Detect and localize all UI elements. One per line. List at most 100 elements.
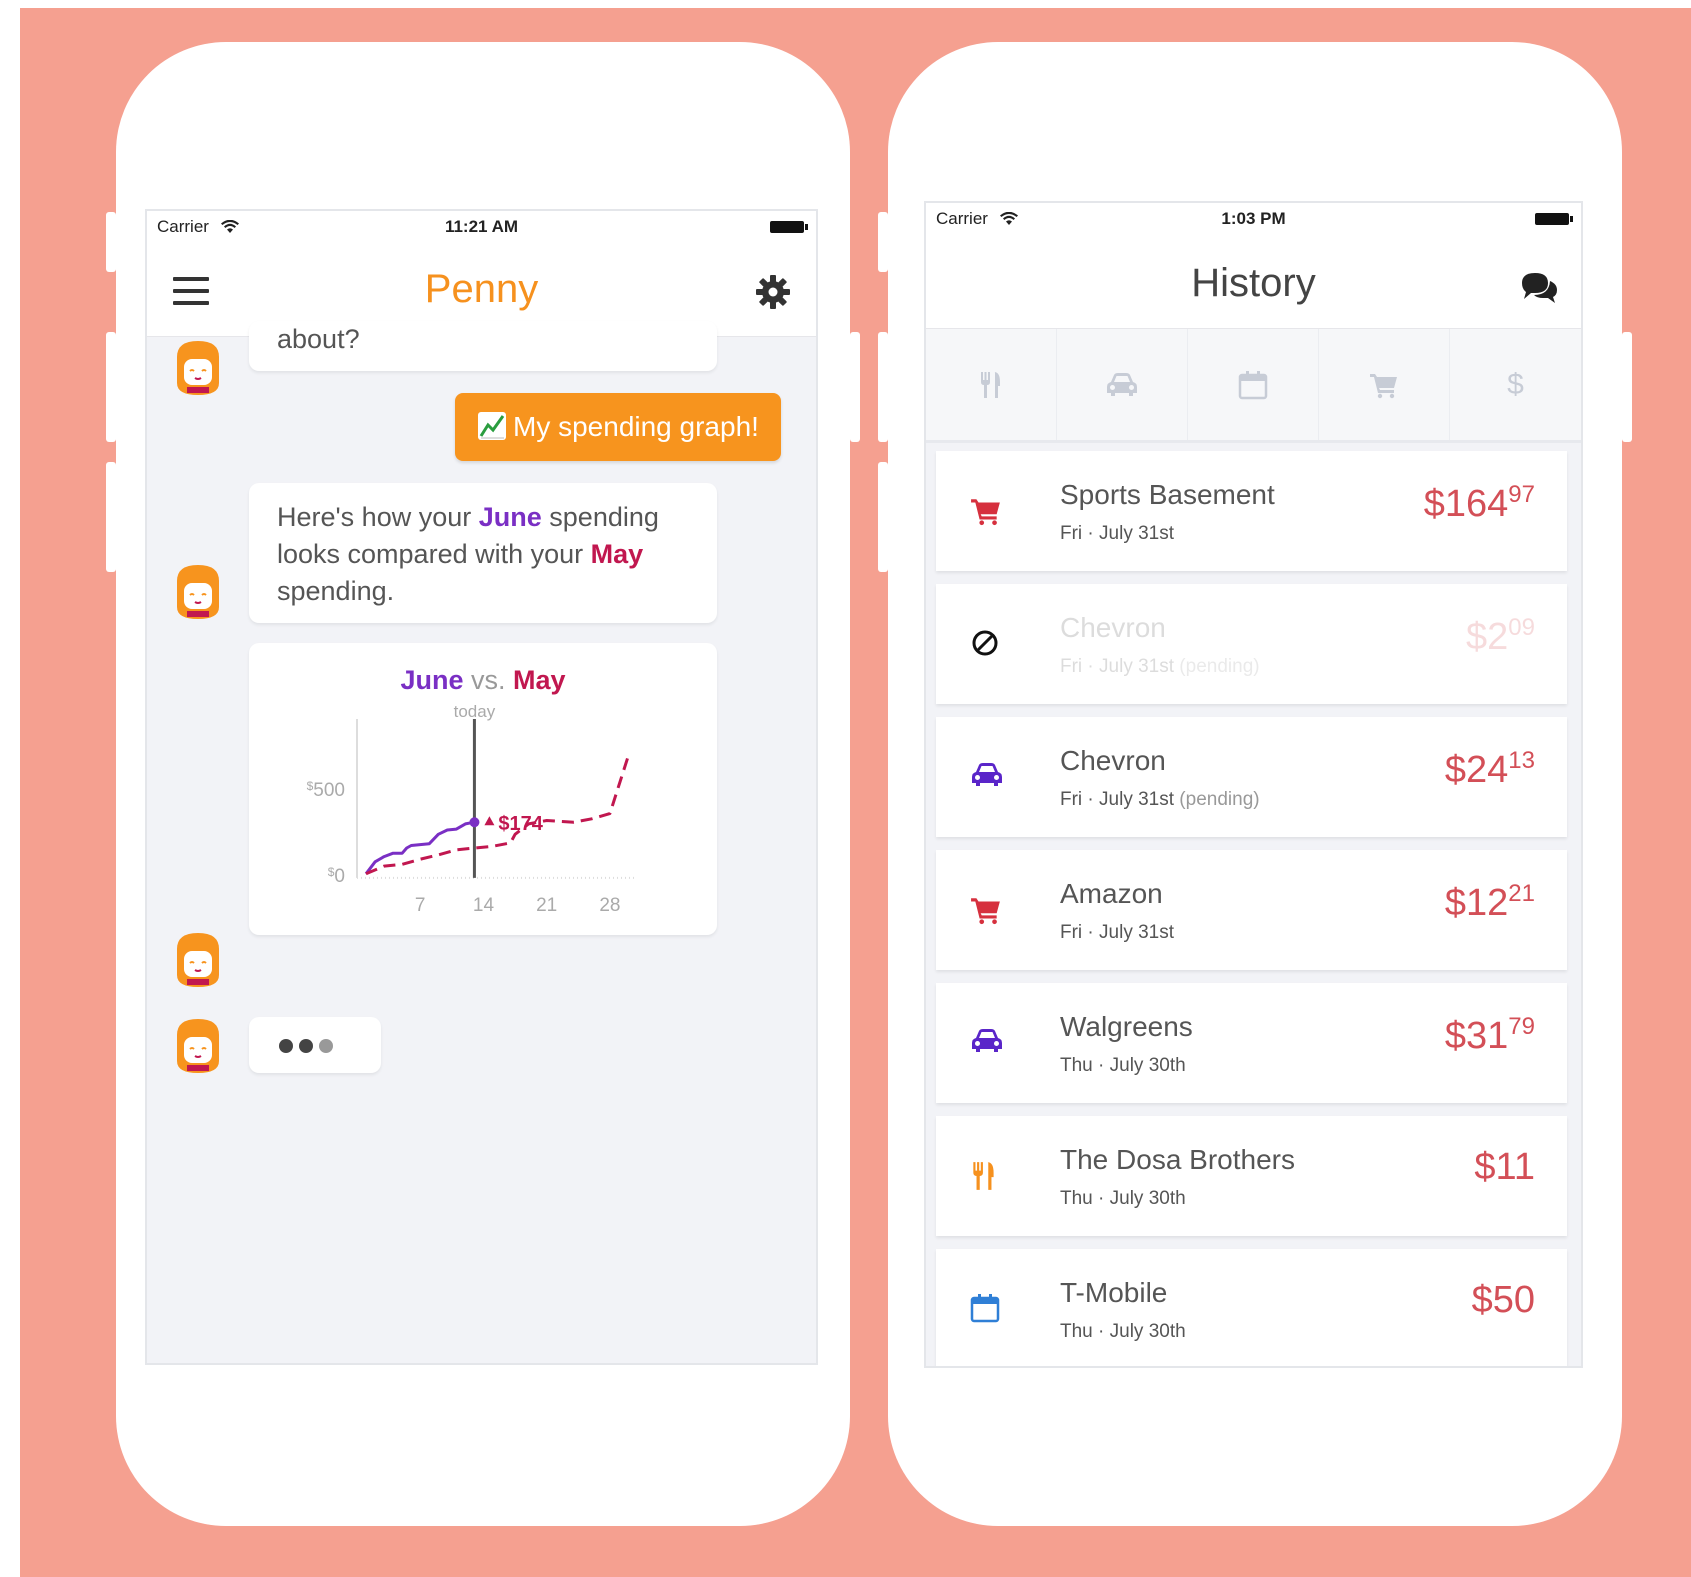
chart-title: June vs. May [400,665,565,695]
x-tick-label: 14 [473,895,495,916]
car-icon [1107,372,1137,396]
x-tick-label: 7 [415,895,426,916]
transaction-name: Chevron [1060,612,1166,643]
transaction-name: Walgreens [1060,1011,1193,1042]
category-tab-other[interactable]: $ [1450,329,1581,440]
chart-title-june: June [400,665,463,695]
history-nav-bar: History [926,237,1581,329]
penny-avatar [173,1017,223,1075]
history-screen: Carrier 1:03 PM History $ Sports Basemen… [924,201,1583,1368]
june-highlight: June [478,502,542,532]
chart-card: June vs. May $0 $500 7 14 21 28 today $174 [249,643,717,935]
calendar-icon [970,1293,1002,1325]
category-filter-bar: $ [926,329,1581,443]
transaction-date: Fri · July 31st [1060,922,1175,943]
transaction-amount: $1221 [1444,880,1535,924]
today-point [469,817,480,828]
mute-switch [878,212,888,272]
car-icon [970,761,1002,793]
user-reply-text: My spending graph! [513,411,759,442]
transaction-name: Sports Basement [1060,479,1275,510]
transaction-date: Thu · July 30th [1060,1188,1186,1209]
chart-increasing-icon [478,412,506,440]
chart-plot-area: $0 $500 7 14 21 28 today $174 [307,702,637,916]
mute-switch [106,212,116,272]
today-marker-label: today [454,702,496,721]
typing-indicator [249,1017,381,1073]
transaction-amount: $11 [1474,1146,1535,1188]
user-reply-bubble[interactable]: My spending graph! [455,393,781,461]
transaction-amount: $209 [1466,614,1535,658]
transaction-name: The Dosa Brothers [1060,1144,1295,1175]
volume-down-button [106,462,116,572]
transaction-amount: $16497 [1423,481,1535,525]
transaction-date: Thu · July 30th [1060,1055,1186,1076]
transaction-cents: 13 [1508,747,1535,774]
transaction-row[interactable]: Chevron Fri · July 31st (pending) $2413 [936,717,1567,837]
bot-message-line-1: Here's how your June spending [277,502,659,532]
transaction-date: Thu · July 30th [1060,1321,1186,1342]
gear-icon[interactable] [754,273,792,311]
transaction-row[interactable]: The Dosa Brothers Thu · July 30th $11 [936,1116,1567,1236]
transaction-amount: $3179 [1444,1013,1535,1057]
transaction-row[interactable]: T-Mobile Thu · July 30th $50 [936,1249,1567,1366]
cart-icon [970,495,1002,527]
pending-label: (pending) [1174,656,1260,677]
category-tab-shopping[interactable] [1319,329,1450,440]
transaction-name: Chevron [1060,745,1166,776]
chat-bubbles-icon[interactable] [1519,271,1559,305]
may-highlight: May [590,539,644,569]
transaction-row[interactable]: Walgreens Thu · July 30th $3179 [936,983,1567,1103]
transaction-cents: 79 [1508,1013,1535,1040]
history-title: History [1191,261,1316,305]
transaction-cents: 09 [1508,614,1535,641]
status-time: 1:03 PM [1221,209,1286,228]
pending-label: (pending) [1174,789,1260,810]
transaction-row[interactable]: Sports Basement Fri · July 31st $16497 [936,451,1567,571]
volume-up-button [106,332,116,442]
fork-knife-icon [970,1160,1002,1192]
battery-icon [1535,213,1573,225]
transaction-row[interactable]: Amazon Fri · July 31st $1221 [936,850,1567,970]
transaction-name: T-Mobile [1060,1277,1168,1308]
transaction-amount: $2413 [1444,747,1535,791]
chart-title-may: May [513,665,566,695]
transaction-row[interactable]: Chevron Fri · July 31st (pending) $209 [936,584,1567,704]
series-line-june [364,820,475,875]
penny-avatar [173,563,223,621]
y-tick-label: $0 [328,865,345,887]
transaction-name: Amazon [1060,878,1163,909]
transaction-date: Fri · July 31st (pending) [1060,656,1260,677]
status-bar: Carrier 1:03 PM [926,203,1581,237]
cart-icon [1370,373,1397,398]
x-tick-label: 21 [536,895,557,916]
status-time: 11:21 AM [444,217,519,236]
dollar-icon: $ [1507,367,1524,401]
category-tab-bills[interactable] [1188,329,1319,440]
category-tab-food[interactable] [926,329,1057,440]
cart-icon [970,894,1002,926]
bot-message-spending: Here's how your June spending looks comp… [249,483,717,623]
chat-screen: Carrier 11:21 AM Penny about? My spendin… [145,209,818,1365]
app-title: Penny [424,267,539,311]
increase-arrow-icon [484,816,495,826]
power-button [850,332,860,442]
transaction-date: Fri · July 31st [1060,523,1175,544]
blocked-icon [970,628,1002,660]
battery-icon [770,221,808,233]
status-bar: Carrier 11:21 AM [147,211,816,245]
power-button [1622,332,1632,442]
transaction-cents: 21 [1508,880,1535,907]
calendar-icon [1238,370,1268,399]
bot-message-previous: about? [249,321,717,371]
bot-message-line-3: spending. [277,576,395,606]
penny-avatar [173,931,223,989]
transaction-cents: 97 [1508,481,1535,508]
series-line-may [365,756,630,876]
bot-message-line-2: looks compared with your May [277,539,644,569]
category-tab-auto[interactable] [1057,329,1188,440]
car-icon [970,1027,1002,1059]
typing-dot [279,1039,293,1053]
today-value-label: $174 [498,813,543,835]
transaction-amount: $50 [1471,1279,1535,1321]
